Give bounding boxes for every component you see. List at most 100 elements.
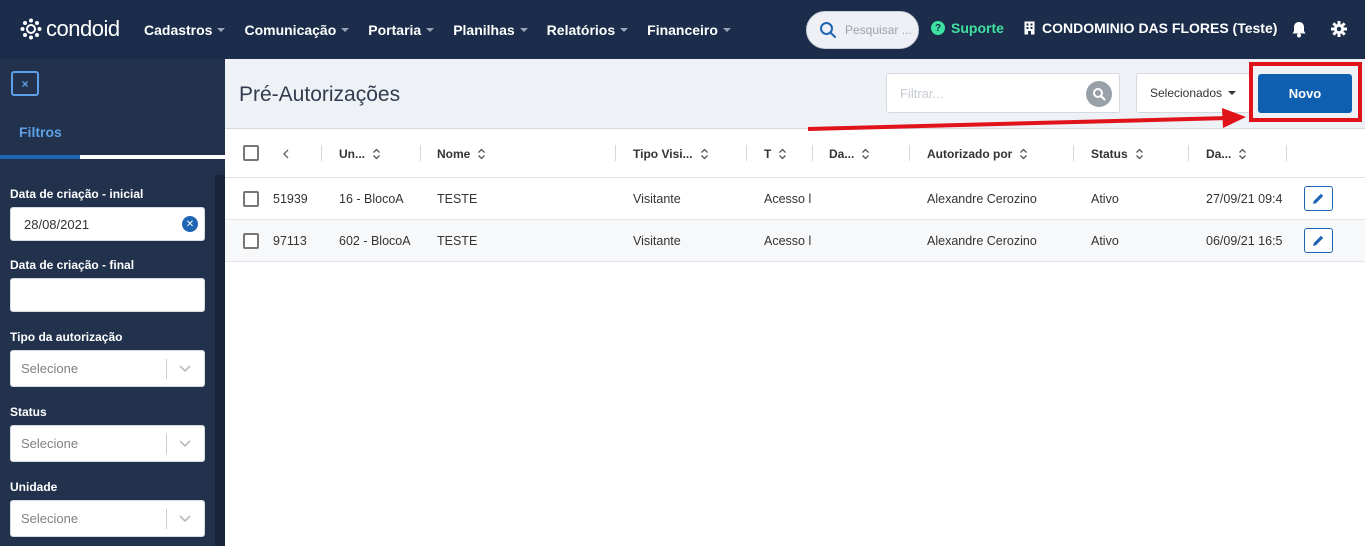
table-row[interactable]: 51939 16 - BlocoA TESTE Visitante Acesso… xyxy=(225,178,1365,220)
row-authorized-by: Alexandre Cerozino xyxy=(927,234,1037,248)
condominium-name: CONDOMINIO DAS FLORES (Teste) xyxy=(1042,20,1278,36)
column-label: Un... xyxy=(339,147,365,161)
row-checkbox[interactable] xyxy=(243,233,259,249)
column-header-status[interactable]: Status xyxy=(1091,147,1144,161)
notifications-button[interactable] xyxy=(1291,21,1307,43)
gear-icon xyxy=(1331,21,1347,37)
row-visit-type: Visitante xyxy=(633,192,681,206)
column-header-name[interactable]: Nome xyxy=(437,147,486,161)
menu-comunicacao[interactable]: Comunicação xyxy=(244,22,350,38)
menu-label: Portaria xyxy=(368,21,422,38)
menu-label: Planilhas xyxy=(453,21,515,38)
table-header: Un... Nome Tipo Visi... T Da... Autoriza… xyxy=(225,129,1365,178)
row-unit: 602 - BlocoA xyxy=(339,234,411,248)
unit-select[interactable]: Selecione xyxy=(10,500,205,537)
column-header-visit-type[interactable]: Tipo Visi... xyxy=(633,147,709,161)
filter-search-button[interactable] xyxy=(1086,81,1112,107)
created-end-label: Data de criação - final xyxy=(10,258,135,272)
column-header-t[interactable]: T xyxy=(764,147,787,161)
row-status: Ativo xyxy=(1091,234,1119,248)
row-name: TESTE xyxy=(437,192,478,206)
chevron-down-icon xyxy=(519,27,528,32)
sidebar-scrollbar[interactable] xyxy=(215,175,225,546)
support-link[interactable]: ? Suporte xyxy=(931,20,1004,36)
filter-input[interactable]: Filtrar... xyxy=(886,73,1120,113)
logo[interactable]: condoid xyxy=(20,16,120,42)
row-t: Acesso l xyxy=(764,192,812,206)
table-row[interactable]: 97113 602 - BlocoA TESTE Visitante Acess… xyxy=(225,220,1365,262)
bell-icon xyxy=(1292,22,1306,38)
column-divider xyxy=(420,145,421,161)
new-button[interactable]: Novo xyxy=(1258,74,1352,113)
status-select[interactable]: Selecione xyxy=(10,425,205,462)
sort-icon xyxy=(1020,148,1028,160)
created-start-label: Data de criação - inicial xyxy=(10,187,144,201)
menu-label: Financeiro xyxy=(647,21,718,38)
tab-filtros[interactable]: Filtros xyxy=(19,124,62,140)
column-label: Nome xyxy=(437,147,471,161)
created-start-value: 28/08/2021 xyxy=(24,216,90,232)
column-header-unit[interactable]: Un... xyxy=(339,147,381,161)
tab-divider xyxy=(80,155,225,159)
status-label: Status xyxy=(10,405,47,419)
question-icon: ? xyxy=(931,21,945,35)
condominium-selector[interactable]: CONDOMINIO DAS FLORES (Teste) xyxy=(1024,20,1277,36)
selected-label: Selecionados xyxy=(1149,86,1223,100)
row-t: Acesso l xyxy=(764,234,812,248)
menu-portaria[interactable]: Portaria xyxy=(368,21,435,38)
column-divider xyxy=(615,145,616,161)
column-divider xyxy=(812,145,813,161)
chevron-down-icon xyxy=(620,27,629,32)
created-end-field[interactable] xyxy=(10,278,205,312)
main-menu: Cadastros Comunicação Portaria Planilhas… xyxy=(144,0,750,59)
global-search-input[interactable]: Pesquisar ... xyxy=(806,11,919,49)
menu-financeiro[interactable]: Financeiro xyxy=(647,22,731,38)
support-label: Suporte xyxy=(951,20,1004,36)
unit-label: Unidade xyxy=(10,480,58,494)
status-value: Selecione xyxy=(21,436,79,451)
row-checkbox[interactable] xyxy=(243,191,259,207)
column-header-date[interactable]: Da... xyxy=(1206,147,1247,161)
chevron-down-icon xyxy=(341,27,350,32)
column-label: Status xyxy=(1091,147,1128,161)
sort-icon xyxy=(478,148,486,160)
row-date: 06/09/21 16:5 xyxy=(1206,234,1283,248)
search-placeholder: Pesquisar ... xyxy=(845,23,912,37)
menu-relatorios[interactable]: Relatórios xyxy=(547,22,629,38)
chevron-down-icon xyxy=(217,27,226,32)
auth-type-select[interactable]: Selecione xyxy=(10,350,205,387)
close-sidebar-button[interactable]: × xyxy=(11,71,39,96)
menu-cadastros[interactable]: Cadastros xyxy=(144,22,226,38)
chevron-down-icon xyxy=(179,365,191,373)
select-separator xyxy=(166,434,167,454)
row-date: 27/09/21 09:4 xyxy=(1206,192,1283,206)
created-start-field[interactable]: 28/08/2021 ✕ xyxy=(10,207,205,241)
top-navbar: condoid Cadastros Comunicação Portaria P… xyxy=(0,0,1365,59)
clear-date-icon[interactable]: ✕ xyxy=(182,216,198,232)
column-header-da[interactable]: Da... xyxy=(829,147,870,161)
chevron-down-icon xyxy=(426,27,435,32)
sort-icon xyxy=(700,148,708,160)
menu-planilhas[interactable]: Planilhas xyxy=(453,21,528,38)
filter-placeholder: Filtrar... xyxy=(900,86,944,101)
selected-actions-dropdown[interactable]: Selecionados xyxy=(1136,73,1250,113)
building-icon xyxy=(1024,21,1035,35)
column-divider xyxy=(321,145,322,161)
settings-button[interactable] xyxy=(1331,21,1347,42)
column-label: Da... xyxy=(1206,147,1232,161)
column-label: Autorizado por xyxy=(927,147,1013,161)
search-icon xyxy=(1093,88,1106,101)
sort-icon xyxy=(1239,148,1247,160)
pencil-icon xyxy=(1313,235,1324,246)
edit-button[interactable] xyxy=(1304,228,1333,253)
chevron-left-icon[interactable] xyxy=(281,148,291,160)
row-authorized-by: Alexandre Cerozino xyxy=(927,192,1037,206)
row-unit: 16 - BlocoA xyxy=(339,192,404,206)
column-header-authorized-by[interactable]: Autorizado por xyxy=(927,147,1028,161)
chevron-down-icon xyxy=(722,27,731,32)
auth-type-value: Selecione xyxy=(21,361,79,376)
select-all-checkbox[interactable] xyxy=(243,145,259,161)
filters-sidebar: × Filtros Data de criação - inicial 28/0… xyxy=(0,59,225,546)
edit-button[interactable] xyxy=(1304,186,1333,211)
select-separator xyxy=(166,509,167,529)
